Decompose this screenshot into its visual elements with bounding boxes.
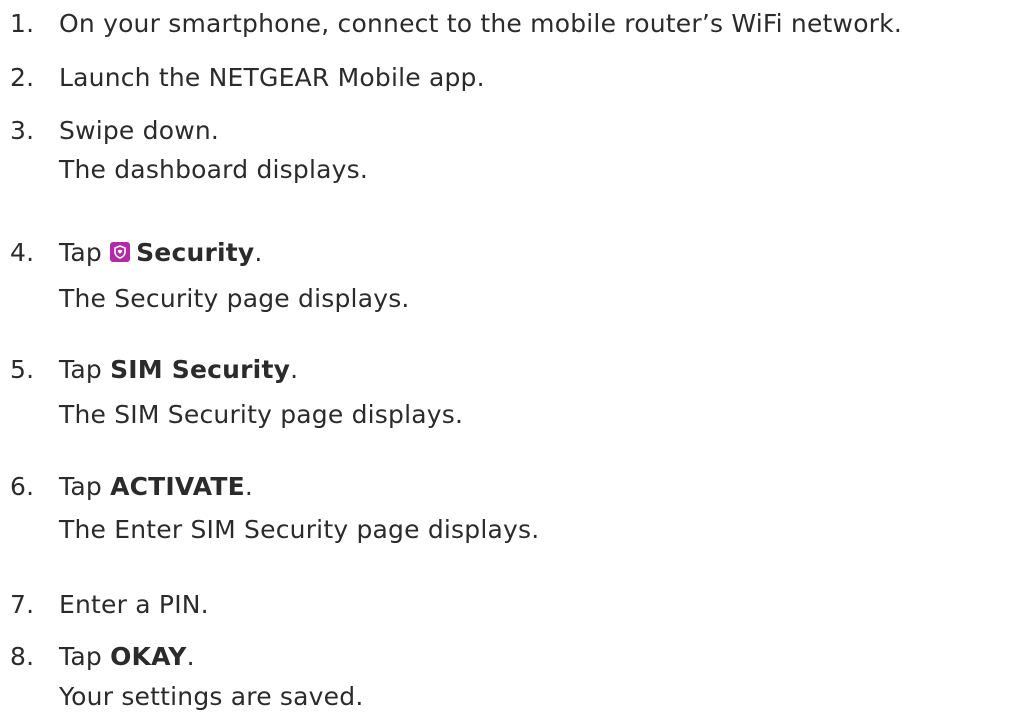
step-suffix: . [244,472,254,501]
step-number: 7. [10,590,35,619]
step-suffix: . [290,355,299,384]
step-number: 8. [10,642,35,671]
step-text: Launch the NETGEAR Mobile app. [59,63,485,92]
step-result: Your settings are saved. [59,682,364,711]
step-suffix: . [186,642,195,671]
step-number: 4. [10,238,35,267]
step-number: 3. [10,116,35,145]
step-result: The Security page displays. [59,284,410,313]
step-text: Tap ACTIVATE. [59,472,253,502]
security-shield-icon [110,242,131,262]
step-bold-label: OKAY [110,642,187,671]
step-text: On your smartphone, connect to the mobil… [59,9,902,38]
step-text: Swipe down. [59,116,220,145]
step-result: The Enter SIM Security page displays. [59,515,540,544]
step-bold-label: SIM Security [110,355,291,384]
step-prefix: Tap [59,472,111,501]
step-text: Tap Security. [59,238,263,268]
step-text: Tap OKAY. [59,642,195,672]
step-number: 2. [10,63,35,92]
step-text: Enter a PIN. [59,590,209,619]
step-prefix: Tap [59,642,111,671]
step-text: Tap SIM Security. [59,355,298,385]
step-prefix: Tap [59,238,111,267]
step-bold-label: ACTIVATE [110,472,245,501]
step-prefix: Tap [59,355,111,384]
step-suffix: . [254,238,263,267]
step-bold-label: Security [136,238,255,267]
step-number: 5. [10,355,35,384]
step-number: 1. [10,9,35,38]
step-number: 6. [10,472,35,501]
step-result: The dashboard displays. [59,155,368,184]
step-result: The SIM Security page displays. [59,400,464,429]
